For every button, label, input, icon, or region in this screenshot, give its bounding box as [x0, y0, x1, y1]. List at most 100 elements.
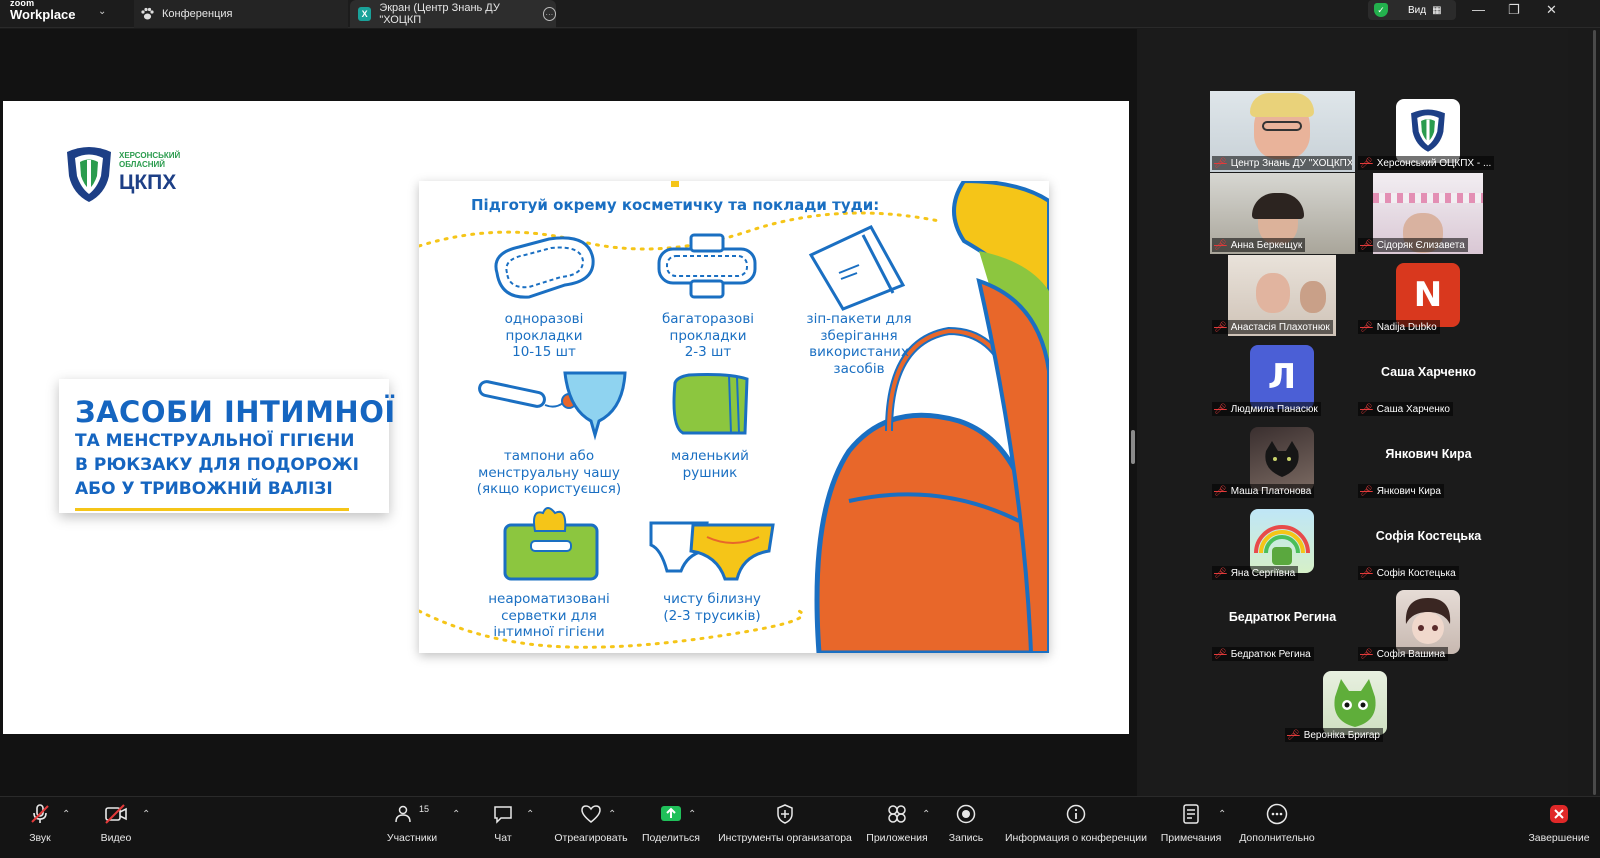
tab-conference-label: Конференция: [162, 8, 233, 20]
underwear-icon: [649, 521, 775, 581]
chat-button[interactable]: Чат: [488, 801, 518, 853]
item-caption-disposable-pads: одноразові прокладки 10-15 шт: [504, 311, 584, 360]
video-options-chevron-icon[interactable]: ⌃: [142, 809, 150, 820]
face-shape: [1256, 273, 1290, 313]
heart-icon: [580, 801, 602, 827]
share-options-chevron-icon[interactable]: ⌃: [688, 809, 696, 820]
close-icon[interactable]: ✕: [1546, 2, 1557, 18]
tab-conference[interactable]: Конференция: [134, 0, 348, 28]
participant-tile[interactable]: 🎤︎ Центр Знань ДУ "ХОЦКПХ...: [1210, 91, 1355, 172]
participant-tile[interactable]: Бедратюк Регина 🎤︎ Бедратюк Регина: [1210, 582, 1355, 663]
participant-tile[interactable]: 🎤︎ Сідоряк Єлизавета: [1356, 173, 1501, 254]
item-caption-wipes: неароматизовані серветки для інтимної гі…: [488, 591, 610, 640]
participant-tile[interactable]: Софія Костецька 🎤︎ Софія Костецька: [1356, 501, 1501, 582]
more-label: Дополнительно: [1239, 832, 1315, 844]
participant-name-text: Людмила Панасюк: [1230, 403, 1318, 415]
title-underline: [75, 508, 349, 511]
item-caption-towel: маленький рушник: [671, 448, 749, 481]
participant-avatar: [1250, 509, 1314, 573]
video-button[interactable]: Видео: [96, 801, 136, 853]
participant-tile[interactable]: 🎤︎ Маша Платонова: [1210, 419, 1355, 500]
participants-button[interactable]: 15 Участники: [384, 801, 440, 853]
participant-tile[interactable]: 🎤︎ Софія Вашина: [1356, 582, 1501, 663]
participant-name: 🎤︎ Вероніка Бригар: [1285, 728, 1383, 742]
slide-title-line-1: ЗАСОБИ ІНТИМНОЇ: [75, 395, 396, 429]
item-caption-tampons-cup: тампони або менструальну чашу (якщо кори…: [476, 448, 622, 497]
paw-icon: [141, 7, 154, 20]
participant-name-text: Янкович Кира: [1376, 485, 1441, 497]
audio-button[interactable]: Звук: [20, 801, 60, 853]
green-cat-avatar-icon: [1334, 679, 1376, 727]
tampon-cup-icon: [478, 371, 627, 441]
record-button[interactable]: Запись: [946, 801, 986, 853]
scrollbar-thumb[interactable]: [1593, 30, 1596, 795]
anime-avatar-icon: [1405, 598, 1451, 644]
apps-button[interactable]: Приложения: [864, 801, 930, 853]
end-meeting-icon: [1549, 801, 1569, 827]
react-label: Отреагировать: [554, 832, 628, 844]
more-icon[interactable]: ···: [542, 7, 557, 21]
mic-muted-icon: 🎤︎: [1214, 403, 1227, 415]
participant-display-name: Янкович Кира: [1385, 447, 1472, 461]
participant-avatar: [1396, 99, 1460, 163]
participant-tile[interactable]: N 🎤︎ Nadija Dubko: [1356, 255, 1501, 336]
react-options-chevron-icon[interactable]: ⌃: [608, 809, 616, 820]
chevron-down-icon[interactable]: ⌄: [98, 6, 106, 17]
participant-tile[interactable]: Л 🎤︎ Людмила Панасюк: [1210, 337, 1355, 418]
chat-options-chevron-icon[interactable]: ⌃: [526, 809, 534, 820]
zoom-workplace-menu[interactable]: zoom Workplace: [10, 0, 90, 28]
host-tools-button[interactable]: Инструменты организатора: [718, 801, 852, 853]
react-button[interactable]: Отреагировать: [554, 801, 628, 853]
participant-name: 🎤︎ Людмила Панасюк: [1212, 402, 1321, 416]
gallery-scrollbar[interactable]: [1591, 30, 1597, 795]
end-meeting-button[interactable]: Завершение: [1528, 801, 1590, 853]
shield-logo-icon: [67, 147, 111, 202]
notes-label: Примечания: [1160, 832, 1222, 844]
slide-title-line-3: В РЮКЗАКУ ДЛЯ ПОДОРОЖІ: [75, 455, 359, 475]
notes-options-chevron-icon[interactable]: ⌃: [1218, 809, 1226, 820]
notes-button[interactable]: Примечания: [1158, 801, 1224, 853]
participant-name: 🎤︎ Сідоряк Єлизавета: [1358, 238, 1468, 252]
shield-logo-icon: [1411, 109, 1445, 152]
wipes-icon: [503, 507, 599, 581]
panel-resize-handle[interactable]: [1131, 430, 1135, 464]
participant-display-name: Бедратюк Регина: [1228, 610, 1337, 624]
participant-tile[interactable]: Саша Харченко 🎤︎ Саша Харченко: [1356, 337, 1501, 418]
record-icon: [956, 801, 976, 827]
participant-gallery: 🎤︎ Центр Знань ДУ "ХОЦКПХ... 🎤︎ Херсонськи…: [1140, 29, 1568, 796]
tab-screen-label: Экран (Центр Знань ДУ "ХОЦКП: [379, 2, 500, 26]
mic-muted-icon: [29, 801, 51, 827]
minimize-icon[interactable]: —: [1472, 2, 1485, 17]
participant-avatar: Л: [1250, 345, 1314, 409]
participant-tile[interactable]: 🎤︎ Вероніка Бригар: [1283, 663, 1428, 744]
apps-options-chevron-icon[interactable]: ⌃: [922, 809, 930, 820]
participant-display-name: Софія Костецька: [1375, 529, 1482, 543]
participant-tile[interactable]: 🎤︎ Херсонський ОЦКПХ - ...: [1356, 91, 1501, 172]
participant-tile[interactable]: 🎤︎ Анастасія Плахотнюк: [1210, 255, 1355, 336]
participant-name: 🎤︎ Яна Сергіївна: [1212, 566, 1299, 580]
participant-tile[interactable]: Янкович Кира 🎤︎ Янкович Кира: [1356, 419, 1501, 500]
face-shape: [1300, 281, 1326, 313]
view-button[interactable]: ✓ Вид ▦: [1368, 0, 1456, 20]
participant-tile[interactable]: 🎤︎ Яна Сергіївна: [1210, 501, 1355, 582]
audio-options-chevron-icon[interactable]: ⌃: [62, 809, 70, 820]
participant-name-text: Анастасія Плахотнюк: [1230, 321, 1330, 333]
participant-name-text: Центр Знань ДУ "ХОЦКПХ...: [1230, 157, 1352, 169]
brand-workplace-label: Workplace: [10, 7, 76, 22]
mic-muted-icon: 🎤︎: [1360, 321, 1373, 333]
participant-name: 🎤︎ Маша Платонова: [1212, 484, 1315, 498]
hair-shape: [1252, 193, 1304, 219]
participant-name: 🎤︎ Янкович Кира: [1358, 484, 1444, 498]
more-button[interactable]: Дополнительно: [1234, 801, 1320, 853]
restore-icon[interactable]: ❐: [1508, 2, 1520, 18]
participants-options-chevron-icon[interactable]: ⌃: [452, 809, 460, 820]
meeting-info-button[interactable]: Информация о конференции: [1004, 801, 1148, 853]
item-caption-zip-bags: зіп-пакети для зберігання використаних з…: [806, 311, 912, 377]
participant-tile[interactable]: 🎤︎ Анна Беркещук: [1210, 173, 1355, 254]
participant-display-name: Саша Харченко: [1380, 365, 1477, 379]
hair-shape: [1250, 93, 1314, 117]
tab-screen-share[interactable]: X Экран (Центр Знань ДУ "ХОЦКП ···: [350, 0, 557, 28]
slide-title-line-4: АБО У ТРИВОЖНІЙ ВАЛІЗІ: [75, 479, 333, 499]
cat-photo-icon: [1265, 441, 1299, 477]
mic-muted-icon: 🎤︎: [1214, 567, 1227, 579]
